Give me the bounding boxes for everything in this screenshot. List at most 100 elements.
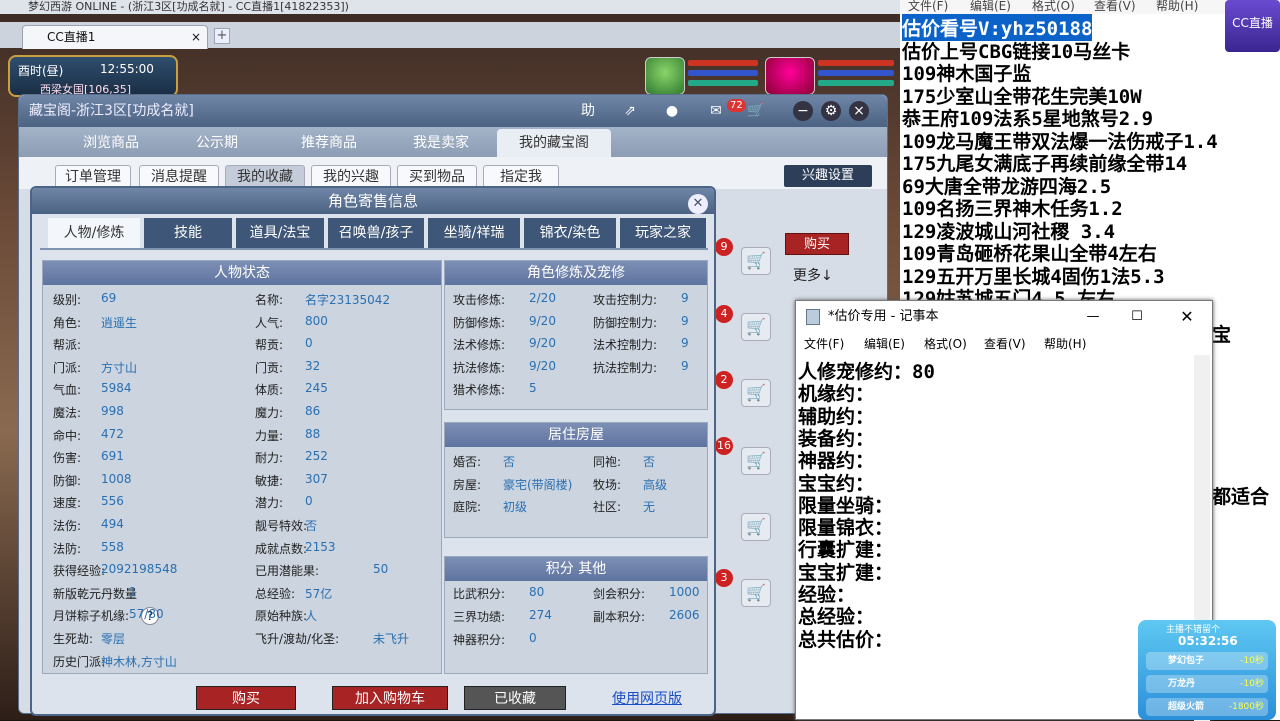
cultivation-title: 角色修炼及宠修 xyxy=(445,261,707,285)
menu-item[interactable]: 格式(O) xyxy=(1032,0,1075,12)
cart-icon[interactable]: 🛒 xyxy=(741,579,771,607)
stat-value: 方寸山 xyxy=(101,360,138,375)
stat-value: 558 xyxy=(101,539,124,554)
menu-item[interactable]: 查看(V) xyxy=(1094,0,1136,12)
stat-label: 飞升/渡劫/化圣: xyxy=(255,632,340,646)
gift-row[interactable]: 超级火箭 -1800秒 xyxy=(1146,698,1268,716)
stat-label: 速度: xyxy=(53,496,82,511)
cart-icon[interactable]: 🛒 xyxy=(745,101,767,121)
notepad-menu-item[interactable]: 查看(V) xyxy=(984,333,1026,355)
tab-skills[interactable]: 技能 xyxy=(144,218,232,248)
menu-item[interactable]: 文件(F) xyxy=(908,0,948,12)
add-to-cart-button[interactable]: 加入购物车 xyxy=(332,686,448,710)
house-panel: 居住房屋 婚否: 否 同袍: 否房屋: 豪宅(带阁楼) 牧场: 高级 庭院: 初级 社区: 无 xyxy=(444,422,708,538)
stat-label: 级别: xyxy=(53,293,82,307)
new-tab-button[interactable]: + xyxy=(214,28,230,44)
cart-icon[interactable]: 🛒 xyxy=(741,379,771,407)
gift-cost: -1800秒 xyxy=(1228,702,1264,712)
control-value: 9 xyxy=(681,313,689,328)
settings-icon[interactable]: ⚙ xyxy=(821,101,841,121)
interest-settings-button[interactable]: 兴趣设置 xyxy=(784,165,872,187)
cultivation-value: 9/20 xyxy=(529,358,556,373)
stat-label: 原始种族: xyxy=(255,609,308,624)
stat-value: 1008 xyxy=(101,471,132,486)
stat-value: 人 xyxy=(305,609,318,624)
exp-bar xyxy=(818,80,894,86)
pet-avatar[interactable] xyxy=(645,57,685,95)
stat-value: 未飞升 xyxy=(373,632,410,646)
more-link[interactable]: 更多↓ xyxy=(793,265,833,285)
stat-label: 门贡: xyxy=(255,360,284,375)
tab-browse[interactable]: 浏览商品 xyxy=(63,129,159,157)
tab-seller[interactable]: 我是卖家 xyxy=(389,129,493,157)
stat-label: 成就点数: xyxy=(255,541,308,556)
tab-outfits[interactable]: 锦衣/染色 xyxy=(524,218,616,248)
house-label: 同袍: xyxy=(593,455,622,469)
cultivation-value: 5 xyxy=(529,381,537,396)
score-label: 神器积分: xyxy=(453,633,506,647)
gift-row[interactable]: 万龙丹 -10秒 xyxy=(1146,675,1268,693)
tab-home[interactable]: 玩家之家 xyxy=(620,218,706,248)
cultivation-value: 9/20 xyxy=(529,336,556,351)
control-label: 抗法控制力: xyxy=(593,360,658,375)
count-badge: 3 xyxy=(715,569,733,587)
count-badge: 2 xyxy=(715,371,733,389)
buy-button[interactable]: 购买 xyxy=(196,686,296,710)
record-icon[interactable]: ● xyxy=(661,101,683,121)
close-icon[interactable]: ✕ xyxy=(688,194,708,214)
cart-icon[interactable]: 🛒 xyxy=(741,513,771,541)
tab-my-cbg[interactable]: 我的藏宝阁 xyxy=(497,129,611,157)
notepad-menu-item[interactable]: 格式(O) xyxy=(924,333,967,355)
minimize-icon[interactable]: — xyxy=(1078,301,1108,333)
score-value: 274 xyxy=(529,608,552,622)
house-title: 居住房屋 xyxy=(445,423,707,447)
web-version-link[interactable]: 使用网页版 xyxy=(612,688,682,708)
stat-label: 魔力: xyxy=(255,406,284,420)
tab-recommend[interactable]: 推荐商品 xyxy=(281,129,377,157)
menu-item[interactable]: 帮助(H) xyxy=(1156,0,1198,12)
tab-mounts[interactable]: 坐骑/祥瑞 xyxy=(428,218,520,248)
stat-value: 32 xyxy=(305,358,321,373)
cart-icon[interactable]: 🛒 xyxy=(741,313,771,341)
tab-character[interactable]: 人物/修炼 xyxy=(48,218,140,248)
stat-value: 691 xyxy=(101,449,124,464)
browser-tab[interactable]: CC直播1 × xyxy=(22,25,208,49)
score-label: 三界功绩: xyxy=(453,610,506,624)
tab-public[interactable]: 公示期 xyxy=(169,129,265,157)
notepad-menu-item[interactable]: 帮助(H) xyxy=(1044,333,1086,355)
share-icon[interactable]: ⇗ xyxy=(619,101,641,121)
tab-items[interactable]: 道具/法宝 xyxy=(236,218,324,248)
stat-value: 86 xyxy=(305,404,321,418)
favorited-button[interactable]: 已收藏 xyxy=(464,686,566,710)
score-panel: 积分 其他 比武积分: 80 剑会积分: 1000 三界功绩: 274 副本积分: 2606 神… xyxy=(444,556,708,674)
minimize-icon[interactable]: − xyxy=(793,101,813,121)
dialog-title: 角色寄售信息 xyxy=(32,188,714,214)
tab-label: CC直播1 xyxy=(47,30,96,44)
stat-label: 历史门派: xyxy=(53,654,106,669)
maximize-icon[interactable]: ☐ xyxy=(1122,301,1152,333)
message-icon[interactable]: ✉ xyxy=(705,101,727,121)
control-label: 攻击控制力: xyxy=(593,293,658,307)
stat-value: 50 xyxy=(373,562,389,577)
stat-value: 57/80 xyxy=(129,607,164,622)
tab-pets[interactable]: 召唤兽/孩子 xyxy=(328,218,424,248)
notepad-menu-item[interactable]: 文件(F) xyxy=(804,333,844,355)
count-badge: 4 xyxy=(715,305,733,323)
stat-value: 252 xyxy=(305,449,328,464)
player-avatar[interactable] xyxy=(765,57,815,95)
close-icon[interactable]: × xyxy=(191,26,201,48)
cart-icon[interactable]: 🛒 xyxy=(741,447,771,475)
stat-label: 法防: xyxy=(53,541,82,556)
side-fragment: 都适合 xyxy=(1212,486,1270,508)
menu-item[interactable]: 编辑(E) xyxy=(970,0,1011,12)
gift-row[interactable]: 梦幻包子 -10秒 xyxy=(1146,652,1268,670)
close-icon[interactable]: × xyxy=(849,101,869,121)
side-fragment: 宝 xyxy=(1212,324,1232,346)
cart-icon[interactable]: 🛒 xyxy=(741,247,771,275)
stat-label: 名称: xyxy=(255,293,284,307)
close-icon[interactable]: ✕ xyxy=(1172,301,1202,333)
notepad-menu-item[interactable]: 编辑(E) xyxy=(864,333,905,355)
buy-button[interactable]: 购买 xyxy=(785,233,849,255)
help-icon[interactable]: 助 xyxy=(577,101,599,121)
cultivation-panel: 角色修炼及宠修 攻击修炼: 2/20 防御修炼: 9/20 法术修炼: 9/20 抗法修炼:… xyxy=(444,260,708,410)
